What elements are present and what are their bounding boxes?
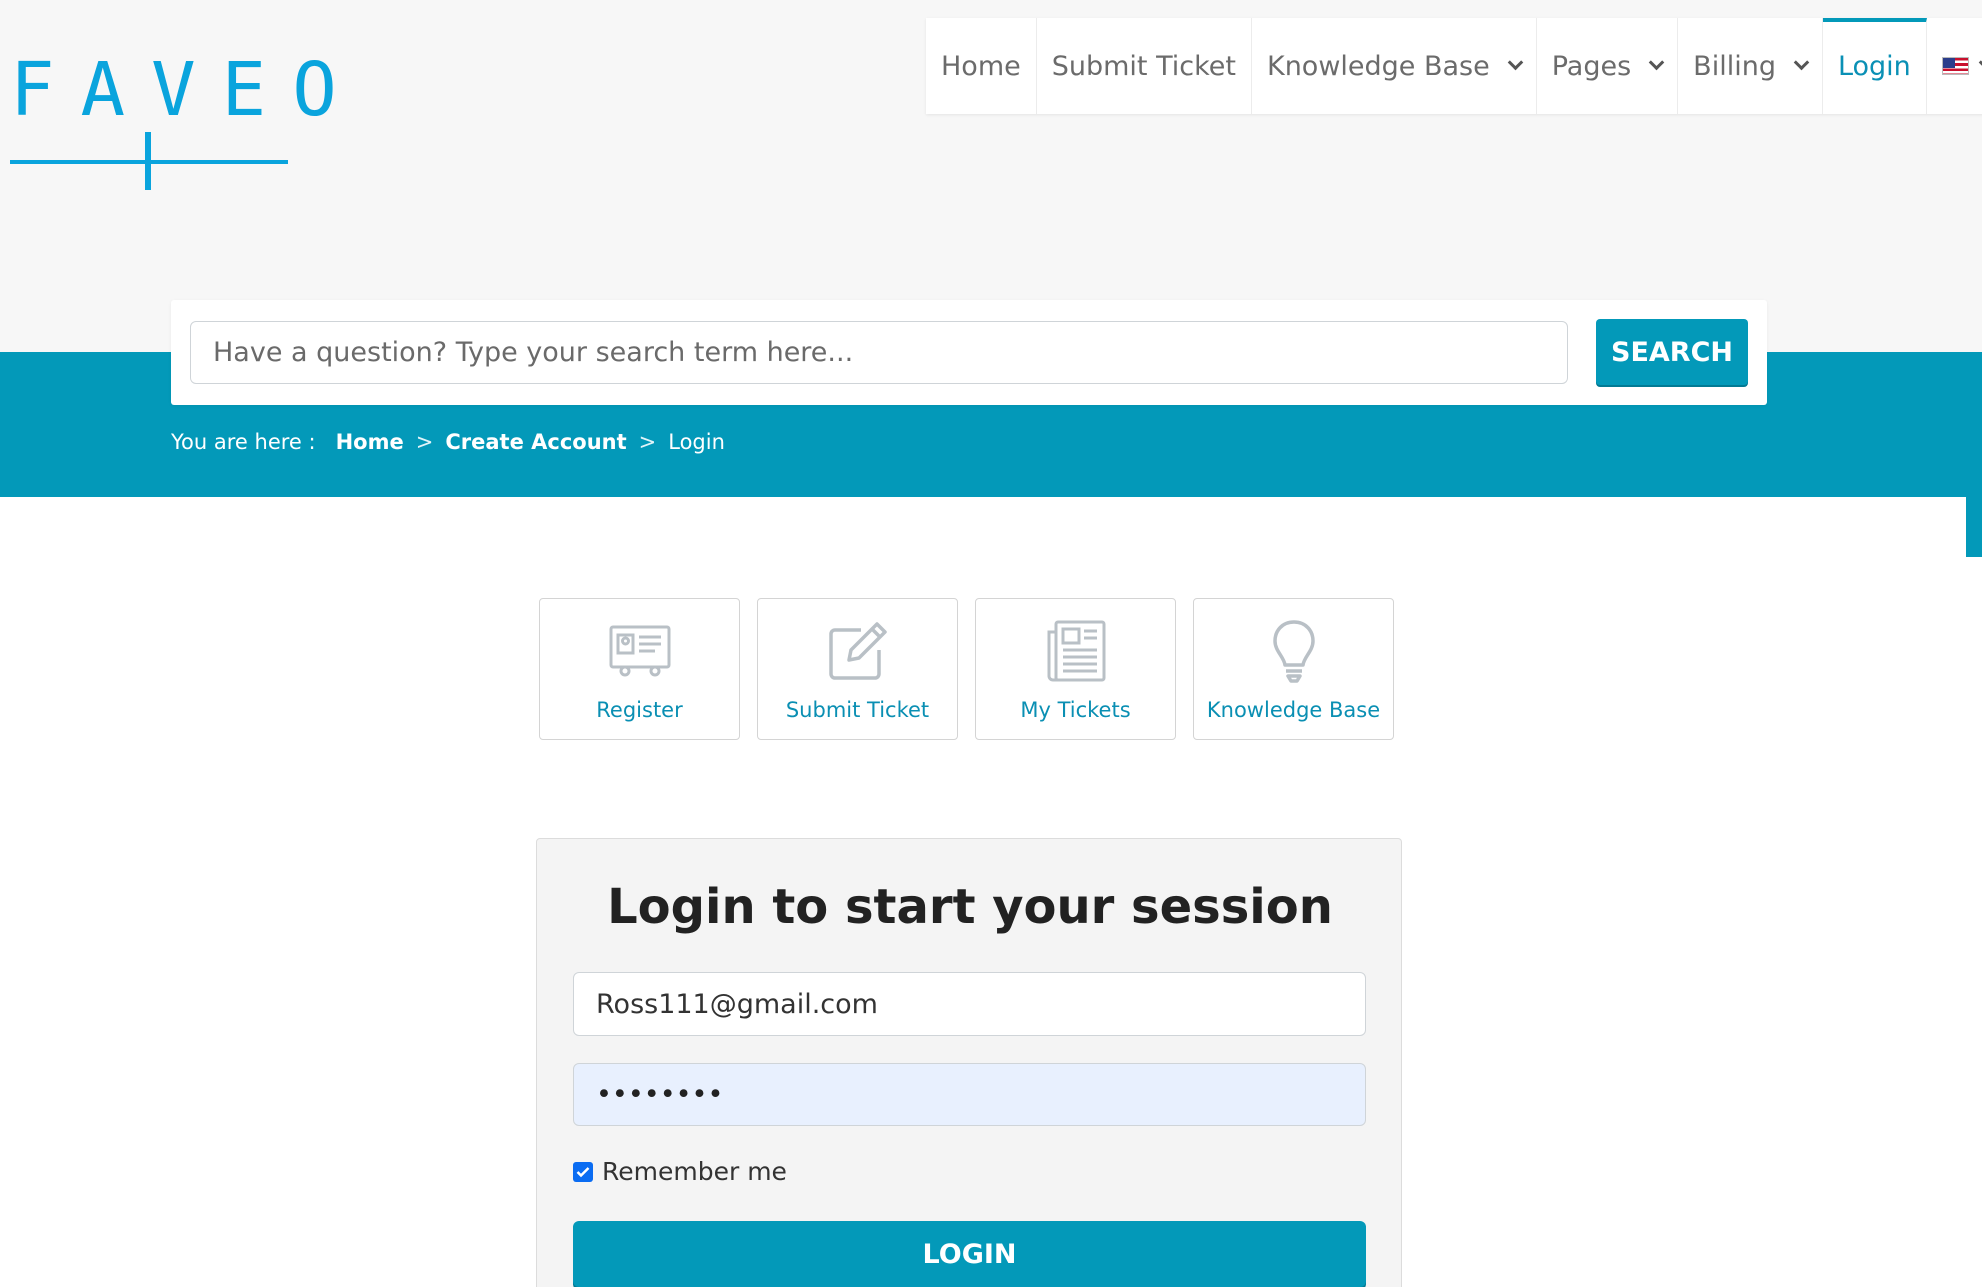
breadcrumb-current: Login — [668, 430, 725, 454]
nav-login[interactable]: Login — [1822, 18, 1927, 114]
chevron-down-icon — [1648, 54, 1665, 70]
password-field[interactable] — [573, 1063, 1366, 1126]
band-edge — [1966, 497, 1982, 557]
remember-label: Remember me — [602, 1157, 787, 1186]
login-title: Login to start your session — [607, 879, 1333, 935]
login-form: Login to start your session Remember me … — [536, 838, 1402, 1287]
newspaper-icon — [1044, 619, 1108, 683]
tile-submit-ticket-label: Submit Ticket — [785, 698, 930, 722]
search-panel: SEARCH — [171, 300, 1767, 405]
breadcrumb-prefix: You are here : — [171, 430, 316, 454]
tile-submit-ticket[interactable]: Submit Ticket — [757, 598, 958, 740]
tile-register-label: Register — [596, 698, 683, 722]
us-flag-icon — [1941, 57, 1969, 75]
main-nav: Home Submit Ticket Knowledge Base Pages … — [926, 18, 1982, 114]
chevron-down-icon — [1793, 54, 1810, 70]
tile-register[interactable]: Register — [539, 598, 740, 740]
remember-me: Remember me — [573, 1157, 787, 1186]
faveo-logo[interactable]: FAVEO — [10, 47, 363, 195]
nav-submit-ticket[interactable]: Submit Ticket — [1037, 18, 1252, 114]
email-field[interactable] — [573, 972, 1366, 1036]
nav-billing-label: Billing — [1693, 50, 1776, 82]
breadcrumb-create-account[interactable]: Create Account — [445, 430, 626, 454]
nav-submit-ticket-label: Submit Ticket — [1051, 50, 1236, 82]
id-card-icon — [608, 619, 672, 683]
login-button[interactable]: LOGIN — [573, 1221, 1366, 1287]
lightbulb-icon — [1262, 619, 1326, 683]
breadcrumb-separator: > — [415, 430, 434, 454]
tile-my-tickets[interactable]: My Tickets — [975, 598, 1176, 740]
breadcrumb-separator: > — [638, 430, 657, 454]
breadcrumb-home[interactable]: Home — [336, 430, 404, 454]
language-selector[interactable] — [1927, 18, 1982, 114]
nav-knowledge-base[interactable]: Knowledge Base — [1252, 18, 1537, 114]
edit-icon — [826, 619, 890, 683]
nav-login-label: Login — [1837, 50, 1911, 82]
tile-my-tickets-label: My Tickets — [1020, 698, 1131, 722]
nav-home-label: Home — [941, 50, 1021, 82]
nav-billing[interactable]: Billing — [1678, 18, 1823, 114]
breadcrumb: You are here : Home > Create Account > L… — [171, 430, 725, 454]
check-icon — [576, 1166, 590, 1177]
tile-knowledge-base[interactable]: Knowledge Base — [1193, 598, 1394, 740]
nav-knowledge-base-label: Knowledge Base — [1266, 50, 1490, 82]
search-button[interactable]: SEARCH — [1596, 319, 1748, 385]
logo-text: FAVEO — [10, 47, 363, 133]
chevron-down-icon — [1507, 54, 1524, 70]
remember-checkbox[interactable] — [573, 1161, 593, 1182]
nav-pages[interactable]: Pages — [1537, 18, 1679, 114]
search-input[interactable] — [190, 321, 1568, 384]
quick-links: Register Submit Ticket My Tickets Knowle… — [539, 598, 1394, 740]
logo-cross-bar — [145, 132, 151, 190]
tile-knowledge-base-label: Knowledge Base — [1206, 698, 1381, 722]
chevron-down-icon — [1978, 54, 1982, 70]
nav-home[interactable]: Home — [926, 18, 1037, 114]
nav-pages-label: Pages — [1551, 50, 1632, 82]
